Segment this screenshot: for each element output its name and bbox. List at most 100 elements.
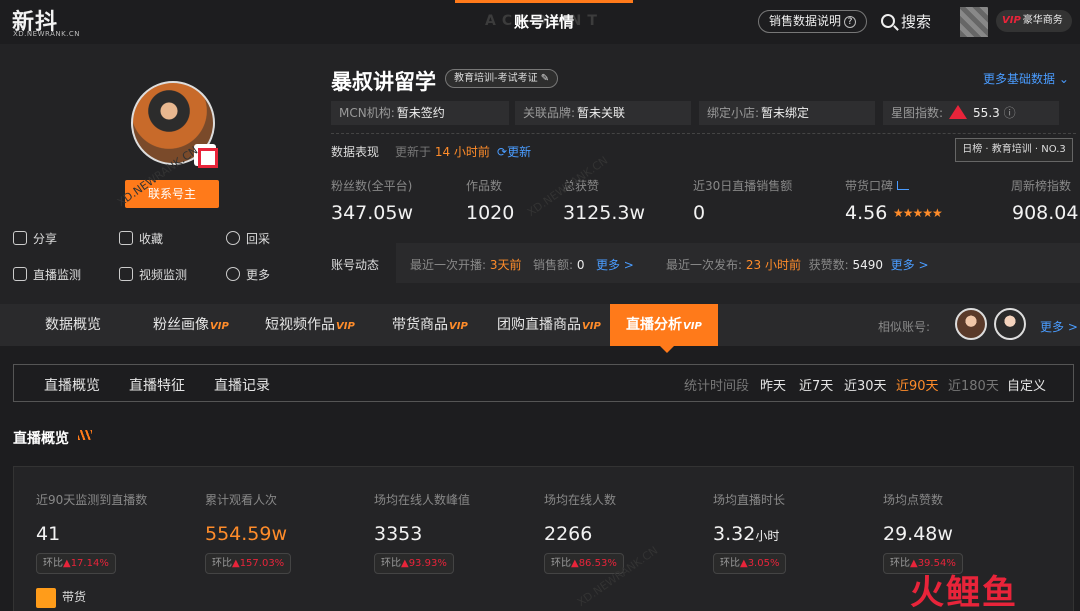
period-7d[interactable]: 近7天 [799, 375, 833, 394]
subtab-live-overview[interactable]: 直播概览 [44, 375, 100, 395]
last-post-value: 23 小时前 [745, 258, 801, 272]
tab-label: 粉丝画像 [153, 317, 209, 333]
vip-tag: VIP [336, 321, 355, 332]
period-custom[interactable]: 自定义 [1007, 375, 1046, 394]
video-monitor-button[interactable]: 视频监测 [119, 266, 187, 283]
vip-tag: VIP [683, 321, 702, 332]
stat-index-label: 周新榜指数 [1011, 179, 1072, 193]
sales-value: 0 [576, 258, 585, 272]
change-chip: 环比▲17.14% [36, 553, 116, 574]
tab-label: 带货商品 [392, 317, 448, 333]
rating-stars: ★★★★★ [893, 206, 943, 220]
period-180d[interactable]: 近180天 [948, 375, 999, 394]
reputation-label: 带货口碑 [845, 179, 894, 193]
recollect-label: 回采 [246, 232, 271, 246]
last-live-label: 最近一次开播: [410, 258, 487, 272]
tab-data-overview[interactable]: 数据概览 [45, 304, 102, 346]
page-title: 账号详情 [513, 13, 574, 31]
account-name: 暴叔讲留学 [331, 70, 436, 94]
category-tag[interactable]: 教育培训-考试考证 ✎ [445, 69, 559, 88]
recollect-icon [226, 231, 240, 245]
sales-help-label: 销售数据说明 [769, 14, 842, 28]
refresh-icon: ⟳ [497, 145, 508, 159]
period-30d[interactable]: 近30天 [844, 375, 887, 394]
similar-more-link[interactable]: 更多 > [1040, 318, 1078, 335]
goods-section-label: 带货 [36, 586, 86, 608]
tab-label: 短视频作品 [265, 317, 335, 333]
stat-fans-label: 粉丝数(全平台) [331, 179, 413, 193]
search-button[interactable]: 搜索 [881, 11, 931, 32]
rank-badge[interactable]: 日榜 · 教育培训 · NO.3 [955, 138, 1073, 162]
change-chip: 环比▲157.03% [205, 553, 292, 574]
sales-label: 销售额: [532, 258, 574, 272]
change-label: 环比 [212, 558, 232, 569]
vip-badge[interactable]: VIP 豪华商务 [996, 10, 1072, 32]
tab-label: 直播分析 [626, 317, 682, 333]
likes-label: 获赞数: [808, 258, 849, 272]
sales-data-help-button[interactable]: 销售数据说明? [758, 10, 868, 33]
stat-reputation-value: 4.56 [845, 202, 888, 224]
period-90d[interactable]: 近90天 [896, 375, 939, 394]
divider [331, 133, 1076, 134]
overview-duration-value: 3.32小时 [713, 523, 779, 545]
more-live-link[interactable]: 更多 > [596, 258, 634, 272]
overview-views-value: 554.59w [205, 523, 288, 545]
similar-account-avatar[interactable] [994, 308, 1026, 340]
overview-duration-label: 场均直播时长 [713, 493, 786, 507]
share-button[interactable]: 分享 [13, 230, 57, 247]
recollect-button[interactable]: 回采 [226, 230, 270, 247]
tab-fan-profile[interactable]: 粉丝画像VIP [153, 304, 229, 346]
subtab-live-records[interactable]: 直播记录 [214, 375, 270, 395]
change-label: 环比 [43, 558, 63, 569]
last-live-value: 3天前 [489, 258, 522, 272]
period-yesterday[interactable]: 昨天 [760, 375, 786, 394]
change-label: 环比 [381, 558, 401, 569]
live-tv-icon [13, 267, 27, 281]
shop-value: 暂未绑定 [761, 106, 810, 120]
more-basic-data-link[interactable]: 更多基础数据 ⌄ [983, 70, 1069, 87]
brand-info: 关联品牌: 暂未关联 [515, 101, 691, 125]
chart-icon [119, 267, 133, 281]
last-post-label: 最近一次发布: [666, 258, 743, 272]
search-icon [881, 14, 895, 28]
more-label: 更多 [246, 268, 271, 282]
more-actions-button[interactable]: 更多 [226, 266, 270, 283]
question-icon: ? [844, 16, 857, 28]
tab-short-videos[interactable]: 短视频作品VIP [265, 304, 355, 346]
live-monitor-button[interactable]: 直播监测 [13, 266, 81, 283]
refresh-button[interactable]: ⟳更新 [497, 143, 531, 160]
edit-icon: ✎ [540, 73, 550, 84]
section-title-decoration [78, 430, 92, 440]
change-chip: 环比▲86.53% [544, 553, 624, 574]
duration-unit: 小时 [755, 529, 780, 543]
info-icon[interactable]: ⓘ [1004, 106, 1016, 120]
change-value: ▲17.14% [63, 558, 109, 569]
similar-account-avatar[interactable] [955, 308, 987, 340]
shop-label: 绑定小店: [707, 106, 760, 120]
star-outline-icon [119, 231, 133, 245]
search-label: 搜索 [901, 13, 932, 31]
stat-fans-value: 347.05w [331, 202, 414, 224]
more-post-link[interactable]: 更多 > [891, 258, 929, 272]
update-time: 更新于 14 小时前 [395, 143, 490, 160]
user-avatar[interactable] [960, 7, 988, 37]
favorite-label: 收藏 [139, 232, 164, 246]
vip-tag: VIP [582, 321, 601, 332]
tab-goods[interactable]: 带货商品VIP [392, 304, 468, 346]
change-label: 环比 [720, 558, 740, 569]
vip-plan: 豪华商务 [1022, 15, 1063, 26]
period-label: 统计时间段 [684, 379, 750, 394]
last-live-info: 最近一次开播: 3天前 销售额: 0 更多 > [410, 256, 634, 273]
trend-icon[interactable] [897, 181, 910, 190]
stat-reputation-label: 带货口碑 [845, 177, 910, 194]
favorite-button[interactable]: 收藏 [119, 230, 163, 247]
overview-live-count-label: 近90天监测到直播数 [36, 493, 148, 507]
similar-accounts-label: 相似账号: [878, 320, 931, 334]
data-performance-label: 数据表现 [331, 145, 380, 159]
change-value: ▲157.03% [232, 558, 285, 569]
subtab-live-features[interactable]: 直播特征 [129, 375, 185, 395]
tab-group-live-goods[interactable]: 团购直播商品VIP [497, 304, 601, 346]
vip-label: VIP [1002, 15, 1021, 26]
tab-live-analysis[interactable]: 直播分析VIP [610, 304, 718, 346]
live-monitor-label: 直播监测 [33, 268, 82, 282]
